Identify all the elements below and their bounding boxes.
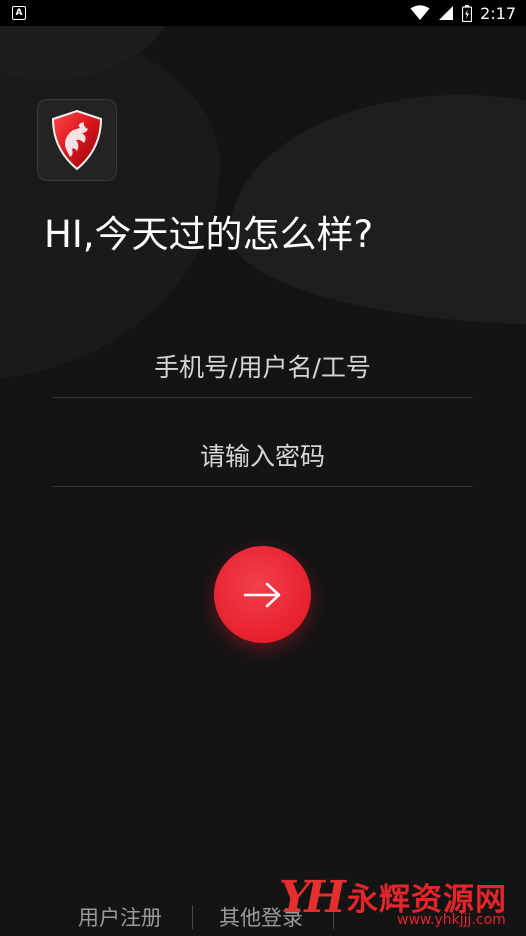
dragon-shield-logo-icon xyxy=(51,109,103,171)
arrow-right-icon xyxy=(243,582,280,607)
status-right: 2:17 xyxy=(410,0,516,26)
a-notification-icon: A xyxy=(12,6,26,20)
watermark: YH 永辉资源网 www.yhkjjj.com xyxy=(277,870,522,932)
status-bar: A 2:17 xyxy=(0,0,526,26)
divider xyxy=(192,905,193,929)
password-input[interactable] xyxy=(52,426,473,486)
status-left: A xyxy=(12,6,26,20)
signal-icon xyxy=(439,6,454,20)
status-time: 2:17 xyxy=(480,3,516,23)
wifi-icon xyxy=(410,5,430,20)
login-submit-button[interactable] xyxy=(214,546,311,643)
login-screen: A 2:17 HI,今天过的怎么样? 手机号/用户名/工号 用户注册 其他登录 … xyxy=(0,0,526,936)
username-field-container xyxy=(52,337,473,398)
battery-icon xyxy=(462,4,473,22)
username-input[interactable] xyxy=(52,337,473,397)
register-link[interactable]: 用户注册 xyxy=(78,902,162,932)
app-logo xyxy=(37,99,117,181)
watermark-logo: YH xyxy=(279,872,346,923)
greeting-title: HI,今天过的怎么样? xyxy=(44,213,374,256)
watermark-url: www.yhkjjj.com xyxy=(397,912,506,928)
password-field-container xyxy=(52,426,473,487)
